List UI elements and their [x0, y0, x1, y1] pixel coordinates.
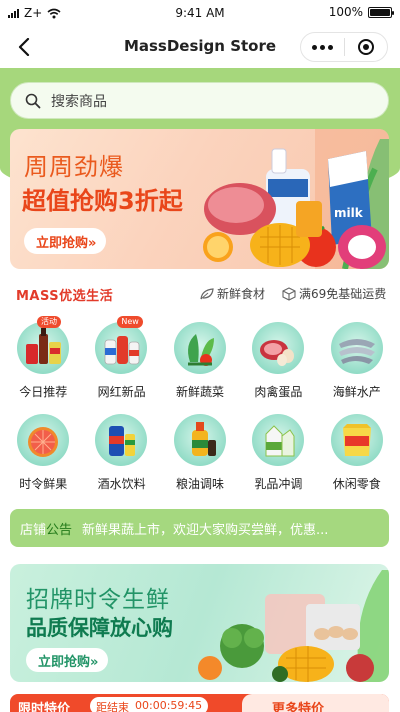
- buy-now-button[interactable]: 立即抢购»: [26, 648, 109, 672]
- buy-now-button[interactable]: 立即抢购»: [24, 228, 107, 254]
- category-badge: New: [117, 316, 143, 328]
- category-label: 新鲜蔬菜: [175, 385, 224, 399]
- snack-bag-icon: [342, 424, 371, 456]
- category-meat-eggs[interactable]: 肉禽蛋品: [239, 320, 317, 406]
- countdown-timer: 距结束 00:00:59:45: [90, 697, 209, 712]
- soda-can-icon: [109, 426, 136, 456]
- oil-bottle-icon: [191, 422, 216, 456]
- grapefruit-icon: [28, 427, 58, 457]
- category-badge: 活动: [37, 316, 61, 328]
- notice-shop-label: 店铺: [20, 522, 47, 538]
- category-label: 乳品冲调: [254, 477, 303, 491]
- banner-subheadline: 超值抢购3折起: [22, 187, 183, 215]
- status-bar: Z+ 9:41 AM 100%: [0, 0, 400, 26]
- meat-eggs-icon: [260, 340, 295, 366]
- battery-icon: [368, 6, 394, 18]
- promo-banner-sale[interactable]: milk 周周劲爆 超值抢购3折起 立即抢购»: [10, 129, 389, 269]
- service-label: 满69免基础运费: [299, 287, 387, 301]
- more-deals-tab[interactable]: 更多特价: [242, 694, 389, 712]
- fish-icon: [338, 339, 375, 364]
- category-label: 粮油调味: [175, 477, 224, 491]
- countdown-value: 00:00:59:45: [135, 699, 203, 712]
- search-placeholder: 搜索商品: [51, 93, 107, 110]
- search-input[interactable]: 搜索商品: [10, 82, 389, 119]
- brand-logo: MASS优选生活: [16, 289, 114, 304]
- category-label: 酒水饮料: [97, 477, 146, 491]
- service-label: 新鲜食材: [217, 287, 266, 301]
- category-grain-oil-seasoning[interactable]: 粮油调味: [161, 412, 239, 498]
- leaf-icon: [200, 287, 214, 299]
- category-label: 肉禽蛋品: [254, 385, 303, 399]
- store-notice[interactable]: 店铺 公告 新鲜果蔬上市，欢迎大家购买尝鲜，优惠...: [10, 509, 389, 547]
- category-label: 今日推荐: [19, 385, 68, 399]
- search-icon: [25, 93, 41, 108]
- notice-text: 新鲜果蔬上市，欢迎大家购买尝鲜，优惠...: [82, 522, 329, 538]
- flash-sale-strip[interactable]: 限时特价 距结束 00:00:59:45 更多特价: [10, 694, 389, 712]
- category-seasonal-fruit[interactable]: 时令鲜果: [4, 412, 82, 498]
- notice-tag: 公告: [46, 522, 73, 538]
- countdown-label: 距结束: [96, 701, 129, 712]
- category-label: 网红新品: [97, 385, 146, 399]
- drinks-icon: [26, 328, 61, 364]
- category-today-recommend[interactable]: 活动 今日推荐: [4, 316, 82, 406]
- category-grid: 活动 今日推荐 New 网红新品 新鲜蔬菜 肉禽蛋品 海鲜水产 时令鲜果 酒水饮…: [4, 316, 396, 498]
- category-fresh-vegetables[interactable]: 新鲜蔬菜: [161, 320, 239, 406]
- target-icon: [357, 39, 374, 55]
- category-snacks[interactable]: 休闲零食: [318, 412, 396, 498]
- banner-headline: 招牌时令生鲜: [26, 587, 170, 613]
- category-label: 时令鲜果: [19, 477, 68, 491]
- category-dairy[interactable]: 乳品冲调: [239, 412, 317, 498]
- promo-banner-fresh[interactable]: 招牌时令生鲜 品质保障放心购 立即抢购»: [10, 564, 389, 682]
- close-mini-program-button[interactable]: [345, 33, 388, 61]
- flash-sale-title: 限时特价: [18, 702, 71, 712]
- category-label: 海鲜水产: [332, 385, 381, 399]
- battery-percent: 100%: [328, 5, 363, 19]
- more-button[interactable]: [301, 33, 344, 61]
- category-trending-new[interactable]: New 网红新品: [82, 316, 160, 406]
- category-seafood[interactable]: 海鲜水产: [318, 320, 396, 406]
- nav-bar: MassDesign Store: [0, 26, 400, 68]
- svg-text:milk: milk: [334, 206, 364, 220]
- banner-subheadline: 品质保障放心购: [26, 616, 173, 640]
- mini-program-capsule: [300, 32, 388, 62]
- category-drinks[interactable]: 酒水饮料: [82, 412, 160, 498]
- service-shipping: 满69免基础运费: [282, 285, 386, 302]
- service-fresh: 新鲜食材: [200, 285, 265, 302]
- category-label: 休闲零食: [332, 477, 381, 491]
- bottles-icon: [104, 336, 140, 365]
- services-row: MASS优选生活 新鲜食材 满69免基础运费: [10, 282, 390, 304]
- more-deals-title: 更多特价: [272, 702, 325, 712]
- vegetables-icon: [187, 334, 214, 366]
- box-icon: [282, 286, 296, 301]
- banner-headline: 周周劲爆: [24, 153, 124, 181]
- milk-carton-icon: [265, 425, 295, 457]
- more-dots-icon: [311, 44, 333, 50]
